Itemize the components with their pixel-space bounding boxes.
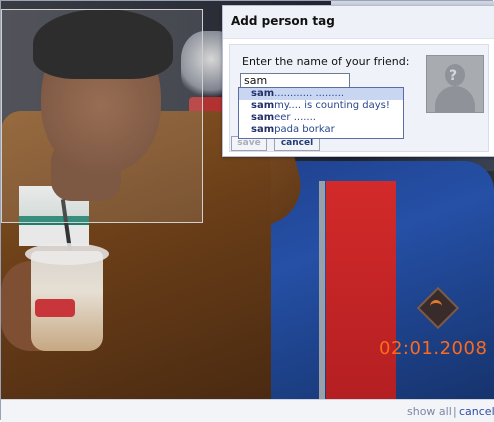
tag-selection-box[interactable] xyxy=(1,9,203,223)
show-all-link[interactable]: show all xyxy=(407,405,452,418)
date-stamp: 02:01.2008 xyxy=(379,338,488,359)
avatar-placeholder: ? xyxy=(426,55,484,113)
jacket-badge-mark xyxy=(430,300,442,313)
dialog-header: Add person tag xyxy=(223,6,494,39)
drink-cup-lid xyxy=(25,243,109,265)
dialog-title: Add person tag xyxy=(231,14,335,28)
jacket-zipper xyxy=(319,181,325,399)
suggestion-item[interactable]: sameer ....... xyxy=(239,112,403,124)
suggestion-item[interactable]: sammy.... is counting days! xyxy=(239,100,403,112)
suggestion-item[interactable]: sam............ ......... xyxy=(239,88,403,100)
drink-cup-label xyxy=(35,299,75,317)
right-person-shirt xyxy=(326,181,396,399)
name-prompt: Enter the name of your friend: xyxy=(242,55,410,68)
avatar-body xyxy=(435,86,475,112)
name-suggestions-list: sam............ ......... sammy.... is c… xyxy=(238,87,404,139)
link-separator: | xyxy=(453,405,457,418)
photo-viewer: 02:01.2008 Add person tag Enter the name… xyxy=(0,0,494,422)
friend-name-input[interactable] xyxy=(240,73,350,88)
suggestion-item[interactable]: sampada borkar xyxy=(239,124,403,136)
question-mark-icon: ? xyxy=(449,68,458,84)
cancel-tagging-link[interactable]: cancel xyxy=(459,405,494,418)
